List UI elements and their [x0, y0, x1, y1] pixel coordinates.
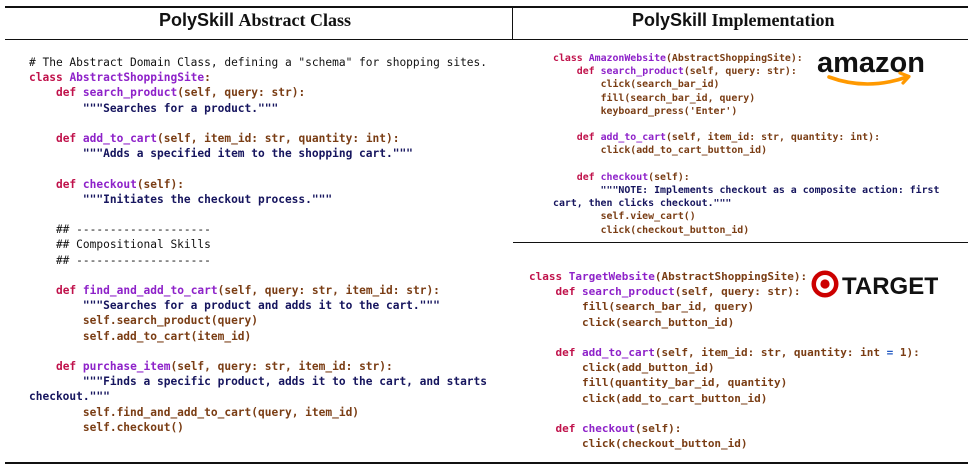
code-line: ​ [529, 406, 920, 421]
left-title-brand: PolySkill [159, 10, 235, 30]
code-line: checkout.""" [29, 390, 110, 404]
code-line: ​ [29, 161, 487, 176]
target-bullseye-center [820, 279, 830, 289]
code-line: self.view_cart() [600, 211, 696, 223]
right-section-divider [513, 242, 968, 243]
code-line: fill(search_bar_id, query) [581, 300, 755, 314]
abstract-class-code: # The Abstract Domain Class, defining a … [29, 55, 487, 435]
code-line: """Adds a specified item to the shopping… [29, 147, 413, 161]
amazon-wordmark: amazon [817, 48, 925, 79]
bottom-rule [5, 462, 968, 464]
code-line: def search_product(self, query: str): [55, 86, 306, 100]
code-line: ​ [553, 118, 939, 131]
code-line: ​ [29, 344, 487, 359]
code-line: self.checkout() [82, 420, 184, 434]
code-line: cart, then clicks checkout.""" [553, 198, 732, 210]
code-line: ## Compositional Skills [29, 238, 211, 252]
code-line: """Finds a specific product, adds it to … [29, 375, 488, 389]
code-line: click(checkout_button_id) [600, 224, 750, 236]
code-line: self.search_product(query) [82, 314, 259, 328]
code-line: ​ [29, 207, 487, 222]
code-line: """NOTE: Implements checkout as a compos… [553, 185, 940, 197]
code-line: self.add_to_cart(item_id) [82, 329, 252, 343]
code-line: click(add_button_id) [581, 361, 715, 375]
code-line: """Searches for a product and adds it to… [29, 299, 440, 313]
code-line: """Initiates the checkout process.""" [29, 192, 333, 206]
code-line: click(search_button_id) [581, 315, 735, 329]
code-line: def purchase_item(self, query: str, item… [55, 360, 393, 374]
code-line: """Searches for a product.""" [29, 101, 279, 115]
target-logo-graphic: TARGET [811, 270, 939, 300]
left-title: PolySkill Abstract Class [159, 10, 351, 31]
code-line: keyboard_press('Enter') [600, 105, 738, 117]
code-line: def find_and_add_to_cart(self, query: st… [55, 284, 440, 298]
amazon-logo: amazon [815, 47, 930, 90]
code-line: self.find_and_add_to_cart(query, item_id… [82, 405, 360, 419]
header-rule [5, 39, 968, 40]
code-line: def add_to_cart(self, item_id: str, quan… [555, 346, 920, 360]
right-title: PolySkill Implementation [632, 10, 835, 31]
column-divider [512, 6, 513, 40]
code-line: def checkout(self): [576, 171, 690, 183]
right-title-rest: Implementation [711, 10, 835, 30]
code-line: ## -------------------- [29, 253, 211, 267]
code-line: def checkout(self): [55, 177, 184, 191]
code-line: fill(search_bar_id, query) [600, 92, 756, 104]
target-wordmark: TARGET [842, 273, 938, 300]
code-line: def add_to_cart(self, item_id: str, quan… [55, 132, 400, 146]
code-line: click(add_to_cart_button_id) [600, 145, 768, 157]
code-line: ​ [29, 268, 487, 283]
code-line: def checkout(self): [555, 422, 682, 436]
code-line: ​ [529, 330, 920, 345]
top-rule [5, 6, 968, 8]
target-logo: TARGET [810, 269, 939, 301]
left-title-rest: Abstract Class [238, 10, 352, 30]
code-line: fill(quantity_bar_id, quantity) [581, 376, 788, 390]
code-line: # The Abstract Domain Class, defining a … [29, 56, 488, 69]
code-line: click(add_to_cart_button_id) [581, 391, 768, 405]
amazon-logo-graphic: amazon [817, 47, 925, 86]
code-line: def add_to_cart(self, item_id: str, quan… [576, 132, 881, 144]
code-line: ​ [29, 116, 487, 131]
code-line: ​ [553, 158, 939, 171]
code-line: ## -------------------- [29, 223, 211, 237]
right-title-brand: PolySkill [632, 10, 708, 30]
code-line: click(checkout_button_id) [581, 437, 748, 451]
code-line: class AbstractShoppingSite: [29, 71, 211, 85]
